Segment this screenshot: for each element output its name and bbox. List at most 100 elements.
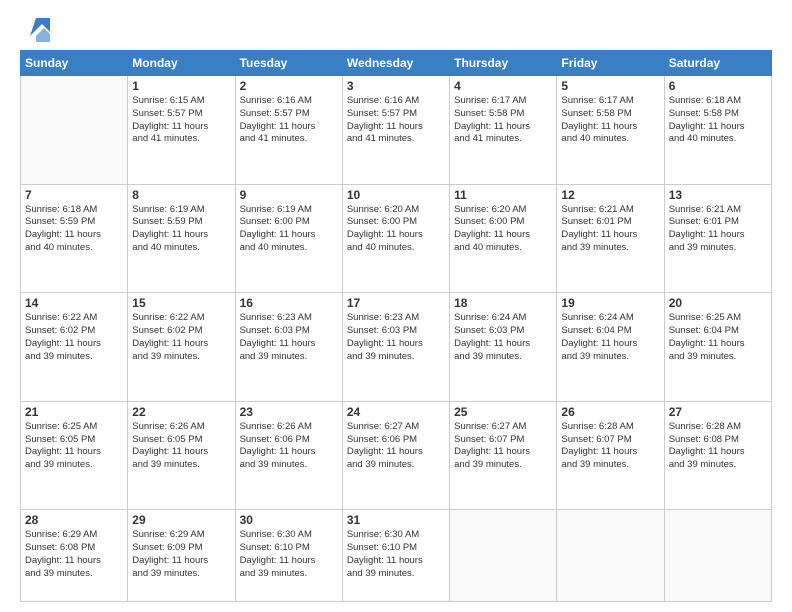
cell-info-line: Daylight: 11 hours xyxy=(454,338,552,351)
calendar-cell: 24Sunrise: 6:27 AMSunset: 6:06 PMDayligh… xyxy=(342,401,449,510)
cell-info-line: Sunset: 6:00 PM xyxy=(347,216,445,229)
cell-info-line: Sunset: 5:58 PM xyxy=(669,108,767,121)
cell-info-line: and 39 minutes. xyxy=(240,459,338,472)
cell-info-line: Daylight: 11 hours xyxy=(347,229,445,242)
cell-info-line: Daylight: 11 hours xyxy=(347,121,445,134)
cell-info-line: Daylight: 11 hours xyxy=(25,446,123,459)
calendar-cell: 3Sunrise: 6:16 AMSunset: 5:57 PMDaylight… xyxy=(342,76,449,185)
cell-info-line: and 39 minutes. xyxy=(132,351,230,364)
day-number: 30 xyxy=(240,513,338,527)
calendar-week-row: 7Sunrise: 6:18 AMSunset: 5:59 PMDaylight… xyxy=(21,184,772,293)
cell-info-line: and 40 minutes. xyxy=(25,242,123,255)
cell-info-line: Sunset: 6:01 PM xyxy=(561,216,659,229)
cell-info-line: Sunrise: 6:15 AM xyxy=(132,95,230,108)
calendar-cell: 18Sunrise: 6:24 AMSunset: 6:03 PMDayligh… xyxy=(450,293,557,402)
day-number: 31 xyxy=(347,513,445,527)
calendar-week-row: 14Sunrise: 6:22 AMSunset: 6:02 PMDayligh… xyxy=(21,293,772,402)
day-number: 25 xyxy=(454,405,552,419)
cell-info-line: Sunrise: 6:28 AM xyxy=(561,421,659,434)
header xyxy=(20,18,772,42)
cell-info-line: Daylight: 11 hours xyxy=(347,338,445,351)
day-number: 9 xyxy=(240,188,338,202)
cell-info-line: Daylight: 11 hours xyxy=(25,229,123,242)
cell-info-line: and 41 minutes. xyxy=(454,133,552,146)
day-of-week-header: Monday xyxy=(128,51,235,76)
day-of-week-header: Thursday xyxy=(450,51,557,76)
calendar-cell: 12Sunrise: 6:21 AMSunset: 6:01 PMDayligh… xyxy=(557,184,664,293)
cell-info-line: and 40 minutes. xyxy=(240,242,338,255)
cell-info-line: and 40 minutes. xyxy=(669,133,767,146)
cell-info-line: and 39 minutes. xyxy=(132,459,230,472)
calendar-cell: 31Sunrise: 6:30 AMSunset: 6:10 PMDayligh… xyxy=(342,510,449,602)
cell-info-line: and 39 minutes. xyxy=(454,351,552,364)
cell-info-line: Sunrise: 6:16 AM xyxy=(347,95,445,108)
calendar-cell: 27Sunrise: 6:28 AMSunset: 6:08 PMDayligh… xyxy=(664,401,771,510)
logo xyxy=(20,18,50,42)
cell-info-line: Sunset: 5:57 PM xyxy=(240,108,338,121)
calendar-cell: 8Sunrise: 6:19 AMSunset: 5:59 PMDaylight… xyxy=(128,184,235,293)
cell-info-line: Sunset: 5:59 PM xyxy=(25,216,123,229)
calendar-cell xyxy=(664,510,771,602)
cell-info-line: Sunrise: 6:17 AM xyxy=(454,95,552,108)
cell-info-line: Sunrise: 6:30 AM xyxy=(347,529,445,542)
cell-info-line: Sunset: 6:08 PM xyxy=(669,434,767,447)
day-number: 29 xyxy=(132,513,230,527)
calendar-cell: 15Sunrise: 6:22 AMSunset: 6:02 PMDayligh… xyxy=(128,293,235,402)
cell-info-line: Sunrise: 6:20 AM xyxy=(347,204,445,217)
calendar-cell: 11Sunrise: 6:20 AMSunset: 6:00 PMDayligh… xyxy=(450,184,557,293)
cell-info-line: Sunrise: 6:27 AM xyxy=(347,421,445,434)
day-of-week-header: Friday xyxy=(557,51,664,76)
cell-info-line: Daylight: 11 hours xyxy=(347,555,445,568)
cell-info-line: and 39 minutes. xyxy=(25,568,123,581)
cell-info-line: and 40 minutes. xyxy=(454,242,552,255)
day-of-week-header: Tuesday xyxy=(235,51,342,76)
cell-info-line: and 40 minutes. xyxy=(561,133,659,146)
cell-info-line: Sunrise: 6:24 AM xyxy=(561,312,659,325)
cell-info-line: Sunset: 6:03 PM xyxy=(240,325,338,338)
calendar-header-row: SundayMondayTuesdayWednesdayThursdayFrid… xyxy=(21,51,772,76)
cell-info-line: Sunset: 6:02 PM xyxy=(132,325,230,338)
cell-info-line: and 39 minutes. xyxy=(669,459,767,472)
cell-info-line: Daylight: 11 hours xyxy=(669,446,767,459)
cell-info-line: and 39 minutes. xyxy=(561,351,659,364)
cell-info-line: Daylight: 11 hours xyxy=(240,121,338,134)
cell-info-line: Daylight: 11 hours xyxy=(132,121,230,134)
cell-info-line: Sunset: 6:09 PM xyxy=(132,542,230,555)
cell-info-line: and 39 minutes. xyxy=(240,351,338,364)
cell-info-line: Sunset: 5:58 PM xyxy=(561,108,659,121)
cell-info-line: and 39 minutes. xyxy=(347,459,445,472)
cell-info-line: Daylight: 11 hours xyxy=(240,446,338,459)
cell-info-line: and 40 minutes. xyxy=(132,242,230,255)
cell-info-line: and 41 minutes. xyxy=(240,133,338,146)
cell-info-line: Sunrise: 6:19 AM xyxy=(240,204,338,217)
cell-info-line: Sunset: 6:05 PM xyxy=(25,434,123,447)
cell-info-line: Sunset: 6:07 PM xyxy=(561,434,659,447)
cell-info-line: Sunrise: 6:28 AM xyxy=(669,421,767,434)
cell-info-line: Sunset: 5:57 PM xyxy=(132,108,230,121)
cell-info-line: Daylight: 11 hours xyxy=(25,555,123,568)
cell-info-line: Sunrise: 6:18 AM xyxy=(669,95,767,108)
cell-info-line: Daylight: 11 hours xyxy=(132,555,230,568)
cell-info-line: and 39 minutes. xyxy=(347,568,445,581)
cell-info-line: Sunset: 6:00 PM xyxy=(240,216,338,229)
cell-info-line: Sunrise: 6:25 AM xyxy=(669,312,767,325)
cell-info-line: Sunset: 6:03 PM xyxy=(454,325,552,338)
cell-info-line: Sunrise: 6:26 AM xyxy=(240,421,338,434)
day-number: 21 xyxy=(25,405,123,419)
cell-info-line: and 39 minutes. xyxy=(669,351,767,364)
calendar-cell: 20Sunrise: 6:25 AMSunset: 6:04 PMDayligh… xyxy=(664,293,771,402)
day-number: 24 xyxy=(347,405,445,419)
cell-info-line: Sunrise: 6:16 AM xyxy=(240,95,338,108)
calendar-cell: 13Sunrise: 6:21 AMSunset: 6:01 PMDayligh… xyxy=(664,184,771,293)
day-number: 7 xyxy=(25,188,123,202)
day-number: 19 xyxy=(561,296,659,310)
cell-info-line: and 39 minutes. xyxy=(561,459,659,472)
cell-info-line: Sunset: 6:04 PM xyxy=(561,325,659,338)
calendar-cell: 9Sunrise: 6:19 AMSunset: 6:00 PMDaylight… xyxy=(235,184,342,293)
day-number: 1 xyxy=(132,79,230,93)
cell-info-line: Sunrise: 6:29 AM xyxy=(25,529,123,542)
calendar-cell: 14Sunrise: 6:22 AMSunset: 6:02 PMDayligh… xyxy=(21,293,128,402)
cell-info-line: Sunset: 6:10 PM xyxy=(240,542,338,555)
day-number: 12 xyxy=(561,188,659,202)
cell-info-line: Sunset: 6:00 PM xyxy=(454,216,552,229)
